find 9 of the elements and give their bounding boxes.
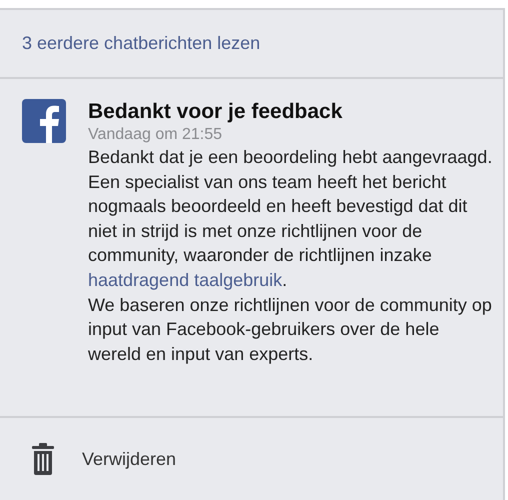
inline-link[interactable]: haatdragend taalgebruik <box>88 270 282 290</box>
trash-icon <box>32 443 54 475</box>
message-paragraph: Een specialist van ons team heeft het bericht nogmaals beoordeeld en heeft bevestigd dat dit niet in strijd is met onze richtlijnen voor de community, waaronder de richtlijnen inzake haatdragend taalgebruik. <box>88 170 468 292</box>
message-paragraph: Bedankt dat je een beoordeling hebt aangevraagd. <box>88 146 494 169</box>
message-title: Bedankt voor je feedback <box>88 99 344 125</box>
earlier-messages-link[interactable]: 3 eerdere chatberichten lezen <box>22 33 260 54</box>
facebook-logo-icon <box>22 99 66 143</box>
message-timestamp: Vandaag om 21:55 <box>88 125 224 145</box>
message-paragraph: We baseren onze richtlijnen voor de community op input van Facebook-gebruikers over de hele wereld en input van experts. <box>88 294 493 366</box>
